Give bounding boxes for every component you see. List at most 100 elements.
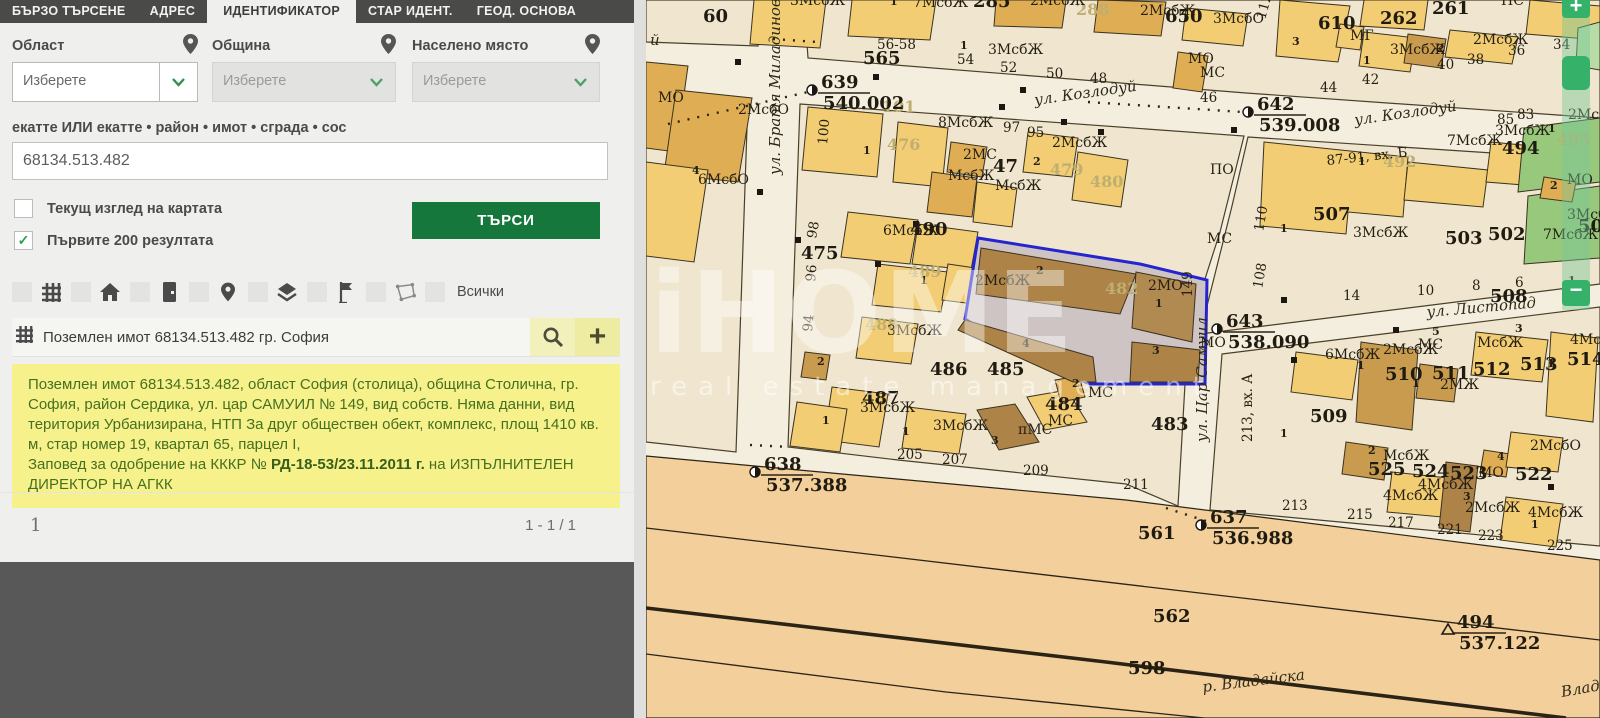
svg-text:639: 639 [821, 72, 859, 93]
search-sidebar: БЪРЗО ТЪРСЕНЕ АДРЕС ИДЕНТИФИКАТОР СТАР И… [0, 0, 634, 718]
svg-text:285: 285 [973, 0, 1011, 12]
svg-text:1: 1 [1280, 427, 1288, 440]
svg-text:5: 5 [1432, 325, 1440, 338]
svg-text:223: 223 [1478, 528, 1504, 544]
zoom-in-button[interactable]: + [1562, 0, 1590, 18]
zoom-slider-track[interactable] [1562, 0, 1590, 310]
svg-text:213: 213 [1282, 498, 1308, 514]
svg-text:207: 207 [942, 452, 968, 468]
svg-text:МС: МС [1207, 231, 1232, 247]
svg-text:643: 643 [1226, 311, 1264, 332]
svg-text:261: 261 [1432, 0, 1470, 19]
svg-text:2МсбЖ: 2МсбЖ [1473, 32, 1529, 48]
svg-text:1: 1 [822, 414, 830, 427]
layer-checkbox[interactable] [189, 282, 209, 302]
zoom-out-button[interactable]: − [1562, 280, 1590, 306]
svg-text:2: 2 [1437, 42, 1445, 55]
svg-text:МО: МО [1200, 335, 1226, 351]
svg-text:1: 1 [1155, 297, 1163, 310]
svg-text:94: 94 [800, 314, 817, 333]
svg-text:213, вх. А: 213, вх. А [1240, 373, 1256, 442]
svg-text:МС: МС [1088, 385, 1113, 401]
polygon-icon[interactable] [394, 281, 416, 303]
svg-text:48: 48 [1090, 71, 1107, 87]
order-number: РД-18-53/23.11.2011 г. [271, 456, 425, 473]
result-add-button[interactable]: + [575, 318, 620, 356]
svg-text:10: 10 [1417, 283, 1434, 299]
svg-text:562: 562 [1153, 606, 1191, 627]
svg-text:3МсбО: 3МсбО [1213, 11, 1264, 27]
svg-text:1: 1 [863, 144, 871, 157]
layer-checkbox[interactable] [425, 282, 445, 302]
svg-text:502: 502 [1488, 224, 1526, 245]
result-range: 1 - 1 / 1 [525, 517, 576, 534]
result-zoom-to-button[interactable] [530, 318, 575, 356]
pin-icon[interactable] [217, 281, 239, 303]
oblast-select[interactable]: Изберете [12, 62, 198, 102]
all-layers-label: Всички [457, 284, 504, 300]
ekatte-label: екатте ИЛИ екатте • район • имот • сград… [12, 120, 347, 136]
svg-text:494: 494 [1457, 612, 1495, 633]
first200-checkbox[interactable]: ✓ [14, 231, 33, 250]
svg-text:476: 476 [887, 135, 920, 154]
svg-text:МС: МС [1418, 337, 1443, 353]
layer-checkbox[interactable] [307, 282, 327, 302]
svg-text:2МсбЖ: 2МсбЖ [1140, 3, 1196, 19]
svg-text:2МсбО: 2МсбО [1530, 438, 1581, 454]
grid-icon[interactable] [40, 281, 62, 303]
layer-filter-row: Всички [12, 281, 504, 303]
current-view-label: Текущ изглед на картата [47, 201, 222, 217]
svg-text:96: 96 [803, 264, 820, 283]
current-view-checkbox[interactable] [14, 199, 33, 218]
map-canvas[interactable]: 476479480482488489492495101288ул. Козлод… [646, 0, 1600, 718]
map-viewport[interactable]: 476479480482488489492495101288ул. Козлод… [646, 0, 1600, 718]
layer-checkbox[interactable] [248, 282, 268, 302]
tab-identifier[interactable]: ИДЕНТИФИКАТОР [207, 0, 356, 23]
svg-text:1: 1 [1363, 54, 1371, 67]
svg-text:537.122: 537.122 [1459, 633, 1540, 654]
tab-address[interactable]: АДРЕС [138, 0, 208, 23]
svg-text:2: 2 [1550, 179, 1558, 192]
layer-checkbox[interactable] [71, 282, 91, 302]
layer-checkbox[interactable] [366, 282, 386, 302]
tab-geod-base[interactable]: ГЕОД. ОСНОВА [465, 0, 588, 23]
building-icon[interactable] [158, 281, 180, 303]
svg-text:6МсбЖ: 6МсбЖ [1325, 347, 1381, 363]
svg-text:54: 54 [957, 52, 974, 68]
svg-text:262: 262 [1380, 8, 1418, 29]
pagination: 1 1 - 1 / 1 [0, 492, 634, 563]
sidebar-scrollbar[interactable] [634, 0, 646, 718]
svg-text:2МО: 2МО [1148, 278, 1183, 294]
svg-text:3МсбЖ: 3МсбЖ [988, 42, 1044, 58]
search-tabbar: БЪРЗО ТЪРСЕНЕ АДРЕС ИДЕНТИФИКАТОР СТАР И… [0, 0, 634, 23]
svg-text:2МС: 2МС [963, 147, 997, 163]
svg-text:221: 221 [1437, 522, 1463, 538]
obshtina-label: Община [212, 38, 270, 54]
svg-text:480: 480 [1090, 172, 1123, 191]
identifier-input[interactable] [12, 142, 608, 180]
svg-text:ПО: ПО [1210, 162, 1234, 178]
svg-text:44: 44 [1320, 80, 1337, 96]
page-number[interactable]: 1 [30, 515, 41, 536]
layers-icon[interactable] [276, 281, 298, 303]
svg-text:2МсбЖ: 2МсбЖ [975, 273, 1031, 289]
svg-text:МсбЖ: МсбЖ [948, 168, 995, 184]
svg-text:637: 637 [1210, 507, 1248, 528]
result-row[interactable]: Поземлен имот 68134.513.482 гр. София + [12, 318, 620, 357]
oblast-label: Област [12, 38, 64, 54]
search-button[interactable]: ТЪРСИ [412, 202, 600, 239]
obshtina-select[interactable]: Изберете [212, 62, 396, 102]
tab-old-ident[interactable]: СТАР ИДЕНТ. [356, 0, 465, 23]
house-icon[interactable] [99, 281, 121, 303]
zoom-slider-handle[interactable] [1562, 56, 1590, 90]
svg-text:2МсбЖ: 2МсбЖ [1465, 500, 1521, 516]
svg-text:3МсбЖ: 3МсбЖ [1495, 123, 1551, 139]
naseleno-select[interactable]: Изберете [412, 62, 600, 102]
svg-text:1: 1 [1358, 155, 1366, 168]
layer-checkbox[interactable] [130, 282, 150, 302]
result-title: Поземлен имот 68134.513.482 гр. София [43, 329, 530, 346]
tab-quick-search[interactable]: БЪРЗО ТЪРСЕНЕ [0, 0, 138, 23]
chevron-down-icon [172, 78, 185, 87]
layer-checkbox[interactable] [12, 282, 32, 302]
flag-icon[interactable] [335, 281, 357, 303]
